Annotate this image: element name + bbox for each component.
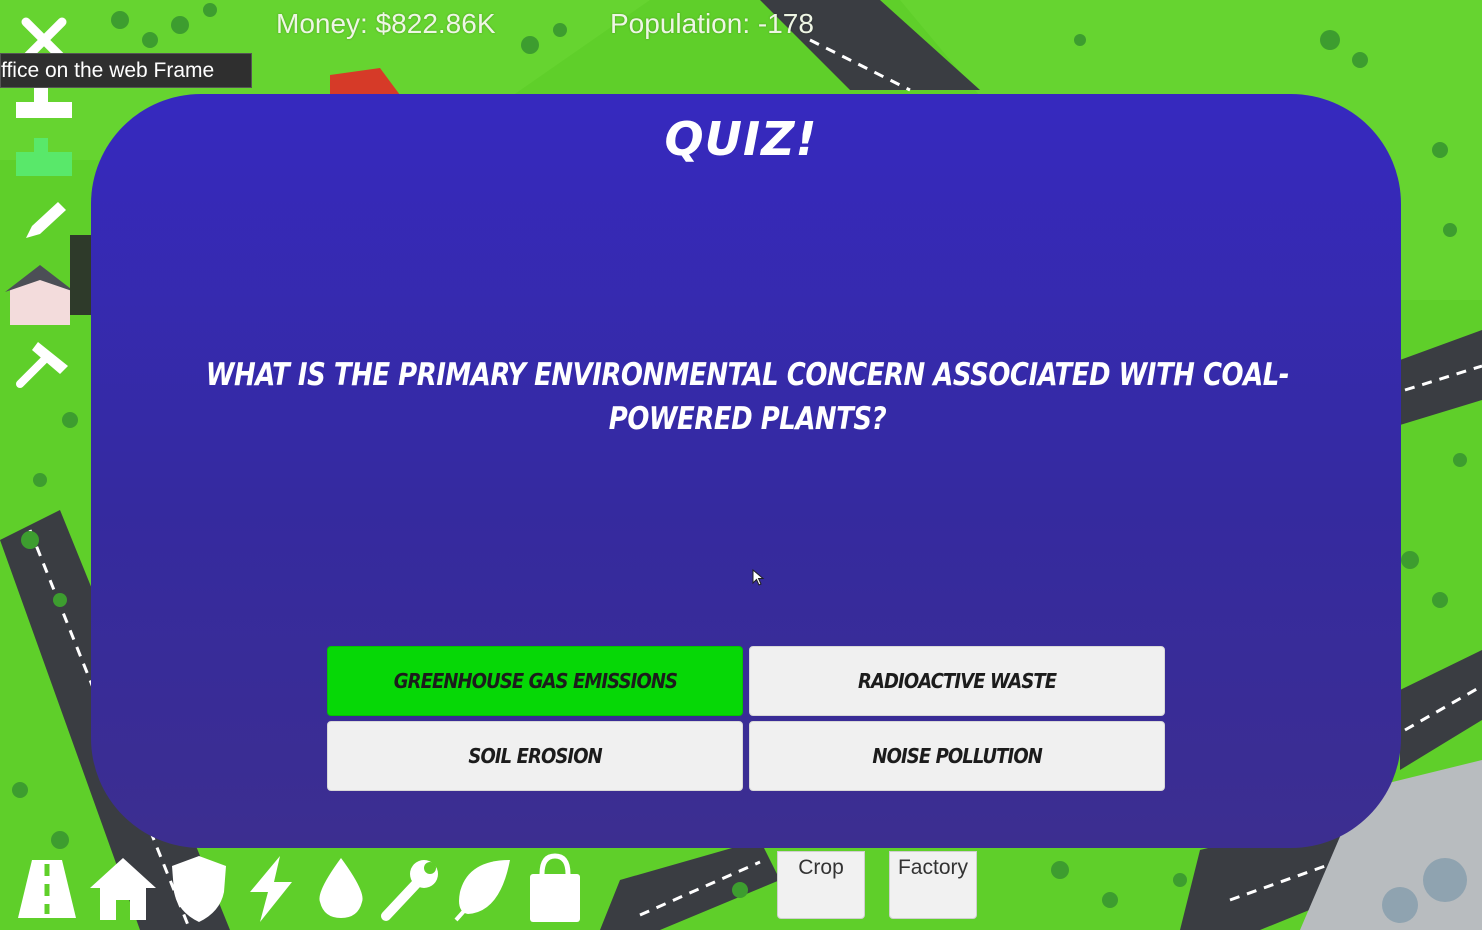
- answer-button-noise-pollution[interactable]: NOISE POLLUTION: [749, 721, 1165, 791]
- shield-icon[interactable]: [164, 852, 234, 924]
- tab-factory[interactable]: Factory: [889, 851, 977, 919]
- answer-button-soil-erosion[interactable]: SOIL EROSION: [327, 721, 743, 791]
- wrench-icon[interactable]: [376, 852, 446, 924]
- quiz-panel: [91, 94, 1401, 848]
- water-drop-icon[interactable]: [306, 852, 376, 924]
- lightning-icon[interactable]: [236, 852, 306, 924]
- pencil-icon[interactable]: [12, 196, 76, 248]
- tab-crop[interactable]: Crop: [777, 851, 865, 919]
- mouse-cursor-icon: [752, 569, 765, 586]
- frame-tooltip: ffice on the web Frame: [0, 53, 252, 88]
- population-label: Population: -178: [610, 8, 814, 39]
- quiz-question: WHAT IS THE PRIMARY ENVIRONMENTAL CONCER…: [205, 357, 1290, 437]
- answer-label: NOISE POLLUTION: [872, 744, 1042, 768]
- money-label: Money: $822.86K: [276, 8, 496, 39]
- road-icon[interactable]: [12, 852, 82, 924]
- answer-label: GREENHOUSE GAS EMISSIONS: [393, 669, 677, 693]
- leaf-icon[interactable]: [448, 852, 518, 924]
- shopping-bag-icon[interactable]: [520, 852, 590, 924]
- answer-button-greenhouse-gas-emissions[interactable]: GREENHOUSE GAS EMISSIONS: [327, 646, 743, 716]
- quiz-title: QUIZ!: [664, 112, 818, 166]
- answer-button-radioactive-waste[interactable]: RADIOACTIVE WASTE: [749, 646, 1165, 716]
- answer-label: SOIL EROSION: [468, 744, 602, 768]
- hammer-icon[interactable]: [12, 338, 76, 390]
- house-icon[interactable]: [88, 852, 158, 924]
- answer-label: RADIOACTIVE WASTE: [857, 669, 1057, 693]
